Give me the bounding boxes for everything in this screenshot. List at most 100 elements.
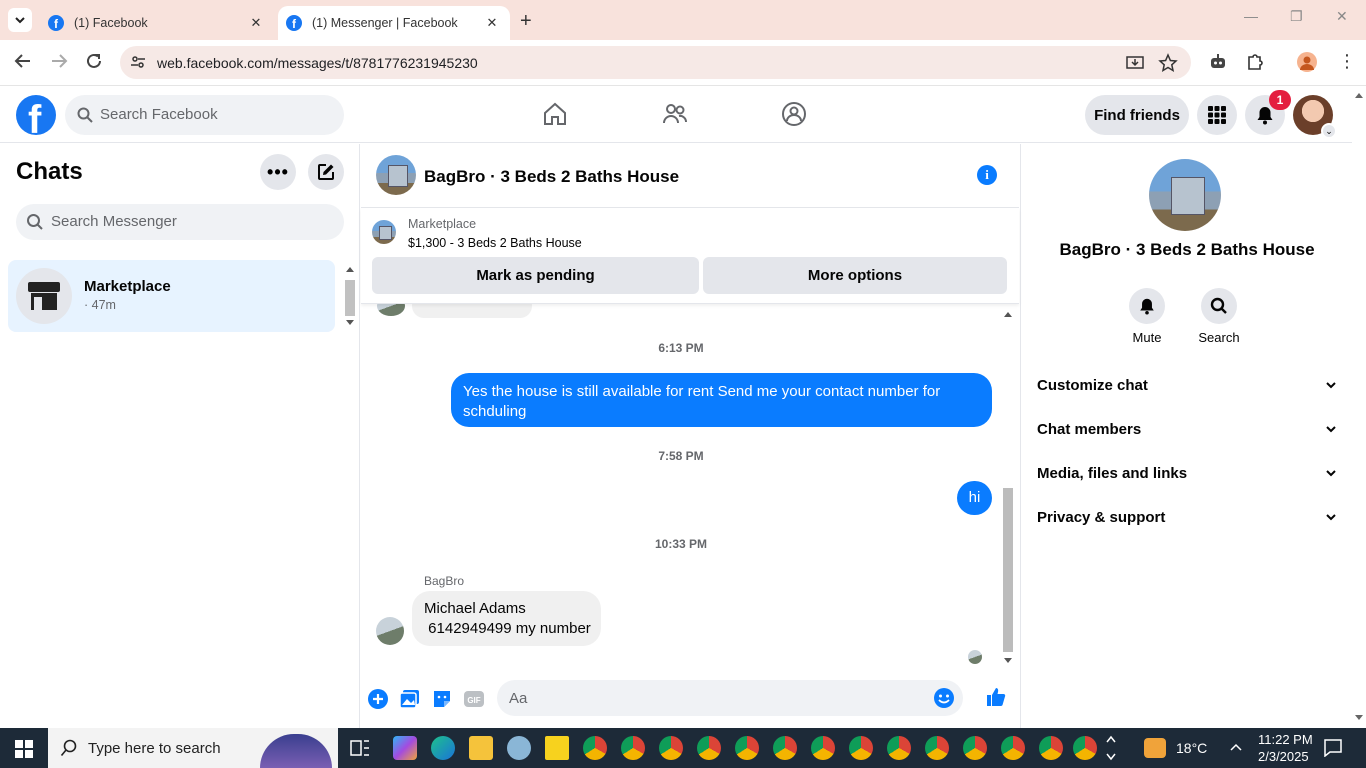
message-input-placeholder: Aa <box>509 690 528 707</box>
groups-icon[interactable] <box>781 101 807 127</box>
section-label: Privacy & support <box>1037 508 1166 526</box>
close-tab-icon[interactable]: ✕ <box>482 15 502 31</box>
install-app-icon[interactable] <box>1125 53 1145 73</box>
chevron-up-icon[interactable] <box>1229 742 1243 752</box>
chrome-app-icon[interactable] <box>583 736 607 760</box>
chrome-app-icon[interactable] <box>963 736 987 760</box>
site-settings-icon[interactable] <box>130 54 146 70</box>
browser-menu-icon[interactable]: ⋮ <box>1338 51 1356 72</box>
sticky-notes-icon[interactable] <box>545 736 569 760</box>
back-arrow-icon[interactable] <box>14 52 32 70</box>
sticker-icon[interactable] <box>431 688 453 710</box>
message-input[interactable]: Aa <box>497 680 963 716</box>
paint-app-icon[interactable] <box>507 736 531 760</box>
chat-info-avatar[interactable] <box>1149 159 1221 231</box>
browser-toolbar: web.facebook.com/messages/t/878177623194… <box>0 40 1366 86</box>
tab-search-button[interactable] <box>8 8 32 32</box>
url-text: web.facebook.com/messages/t/878177623194… <box>157 55 478 71</box>
edge-browser-icon[interactable] <box>431 736 455 760</box>
forward-arrow-icon[interactable] <box>50 52 68 70</box>
address-bar[interactable]: web.facebook.com/messages/t/878177623194… <box>120 46 1191 79</box>
chrome-app-icon[interactable] <box>1001 736 1025 760</box>
search-messenger-placeholder: Search Messenger <box>51 213 177 230</box>
chrome-app-icon[interactable] <box>811 736 835 760</box>
chrome-app-icon[interactable] <box>773 736 797 760</box>
search-in-conversation-button[interactable]: Search <box>1183 288 1255 345</box>
task-view-icon[interactable] <box>350 739 370 757</box>
copilot-app-icon[interactable] <box>393 736 417 760</box>
windows-taskbar: Type here to search 18°C 11:22 PM 2/3/20… <box>0 728 1366 768</box>
notification-center-icon[interactable] <box>1324 739 1342 757</box>
restore-window-icon[interactable]: ❐ <box>1290 8 1303 25</box>
browser-tab-messenger[interactable]: f (1) Messenger | Facebook ✕ <box>278 6 510 40</box>
chat-members-section[interactable]: Chat members <box>1037 409 1337 449</box>
message-bubble-outgoing[interactable]: Yes the house is still available for ren… <box>451 373 992 427</box>
chat-list-item[interactable]: Marketplace · 47m <box>8 260 335 332</box>
file-explorer-icon[interactable] <box>469 736 493 760</box>
media-files-links-section[interactable]: Media, files and links <box>1037 453 1337 493</box>
windows-start-icon[interactable] <box>15 740 33 758</box>
chrome-app-icon[interactable] <box>1073 736 1097 760</box>
chrome-app-icon[interactable] <box>925 736 949 760</box>
chrome-app-icon[interactable] <box>1039 736 1063 760</box>
chrome-app-icon[interactable] <box>697 736 721 760</box>
facebook-search-placeholder: Search Facebook <box>100 106 218 123</box>
close-window-icon[interactable]: ✕ <box>1336 8 1348 25</box>
find-friends-button[interactable]: Find friends <box>1085 95 1189 135</box>
message-bubble-incoming[interactable]: Michael Adams 6142949499 my number <box>412 591 601 646</box>
menu-grid-button[interactable] <box>1197 95 1237 135</box>
customize-chat-section[interactable]: Customize chat <box>1037 365 1337 405</box>
emoji-icon[interactable] <box>933 687 955 709</box>
photo-icon[interactable] <box>399 688 421 710</box>
mark-as-pending-button[interactable]: Mark as pending <box>372 257 699 294</box>
conversation-avatar[interactable] <box>376 155 416 195</box>
section-label: Customize chat <box>1037 376 1148 394</box>
account-avatar[interactable]: ⌄ <box>1293 95 1337 139</box>
new-tab-plus-icon[interactable]: + <box>520 10 532 33</box>
close-tab-icon[interactable]: ✕ <box>246 15 266 31</box>
chat-info-name[interactable]: BagBro · 3 Beds 2 Baths House <box>1021 240 1353 260</box>
browser-tab-facebook[interactable]: f (1) Facebook ✕ <box>38 6 274 40</box>
clock-date[interactable]: 2/3/2025 <box>1258 749 1309 764</box>
thumbs-up-icon[interactable] <box>985 686 1007 708</box>
taskbar-search-input[interactable]: Type here to search <box>48 728 338 768</box>
chat-list-scrollbar[interactable] <box>343 264 357 328</box>
reload-icon[interactable] <box>85 52 103 70</box>
facebook-search-input[interactable]: Search Facebook <box>65 95 344 135</box>
listing-thumbnail[interactable] <box>372 220 396 244</box>
friends-icon[interactable] <box>662 101 688 127</box>
mute-button[interactable]: Mute <box>1111 288 1183 345</box>
bell-icon <box>1140 298 1154 315</box>
chrome-app-icon[interactable] <box>849 736 873 760</box>
more-options-button[interactable]: More options <box>703 257 1007 294</box>
message-list-scrollbar[interactable] <box>1001 308 1015 668</box>
bookmark-star-icon[interactable] <box>1158 53 1178 73</box>
sender-avatar[interactable] <box>376 617 404 645</box>
chrome-app-icon[interactable] <box>887 736 911 760</box>
message-bubble-outgoing[interactable]: hi <box>957 481 992 515</box>
listing-title[interactable]: $1,300 - 3 Beds 2 Baths House <box>408 236 582 250</box>
conversation-title[interactable]: BagBro · 3 Beds 2 Baths House <box>424 167 679 187</box>
taskbar-overflow-arrows-icon[interactable] <box>1104 732 1118 764</box>
weather-icon[interactable] <box>1144 738 1166 758</box>
chrome-app-icon[interactable] <box>621 736 645 760</box>
plus-circle-icon[interactable] <box>367 688 389 710</box>
search-messenger-input[interactable]: Search Messenger <box>16 204 344 240</box>
chats-options-button[interactable]: ••• <box>260 154 296 190</box>
facebook-logo-icon[interactable]: f <box>16 95 56 135</box>
privacy-support-section[interactable]: Privacy & support <box>1037 497 1337 537</box>
info-icon[interactable]: i <box>977 165 997 185</box>
page-scrollbar[interactable] <box>1352 87 1366 728</box>
gif-icon[interactable]: GIF <box>463 688 485 710</box>
chrome-app-icon[interactable] <box>659 736 683 760</box>
home-icon[interactable] <box>542 101 568 127</box>
clock-time[interactable]: 11:22 PM <box>1258 732 1313 747</box>
extensions-puzzle-icon[interactable] <box>1245 52 1265 72</box>
chrome-app-icon[interactable] <box>735 736 759 760</box>
weather-temperature[interactable]: 18°C <box>1176 740 1207 756</box>
new-message-button[interactable] <box>308 154 344 190</box>
profile-avatar-icon[interactable] <box>1297 52 1317 72</box>
scrollbar-thumb[interactable] <box>1003 488 1013 652</box>
minimize-window-icon[interactable]: — <box>1244 8 1258 24</box>
extension-robot-icon[interactable] <box>1208 52 1228 72</box>
